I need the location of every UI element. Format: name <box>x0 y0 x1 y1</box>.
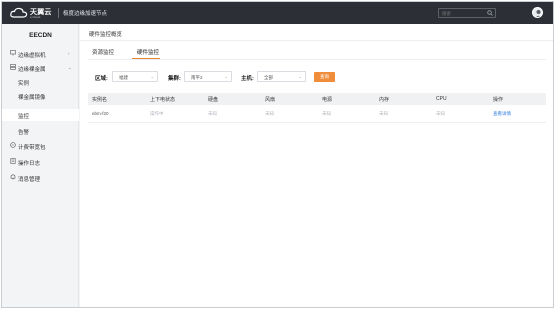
header-divider <box>58 8 59 18</box>
app-window: 天翼云 e.Cloud 极度边缘加速节点 EECDN 边缘虚拟机 › 边缘裸金属 <box>1 1 554 308</box>
sidebar-item-billing-bandwidth[interactable]: 计费带宽包 <box>2 140 79 152</box>
host-select[interactable]: 全部 ⌄ <box>257 71 306 82</box>
sidebar-item-message-management[interactable]: 消息管理 <box>2 172 79 184</box>
sidebar-item-label: 计费带宽包 <box>18 145 46 151</box>
billing-icon <box>10 142 16 148</box>
column-header: 实例名 <box>92 97 108 103</box>
sidebar-brand: EECDN <box>29 32 52 39</box>
log-icon <box>10 158 16 164</box>
sidebar-item-label: 裸金属镜像 <box>18 95 46 101</box>
tab-resource-monitoring[interactable]: 资源监控 <box>92 48 114 56</box>
column-header: CPU <box>436 96 447 102</box>
sidebar-item-alerts[interactable]: 告警 <box>2 125 79 137</box>
sidebar-item-bare-metal-images[interactable]: 裸金属镜像 <box>2 90 79 102</box>
sidebar-item-operation-log[interactable]: 操作日志 <box>2 156 79 168</box>
logo-subtext: e.Cloud <box>30 15 41 19</box>
sidebar-item-label: 边缘裸金属 <box>18 67 46 73</box>
chevron-down-icon: ⌄ <box>150 74 154 79</box>
fan-cell: 未知 <box>265 111 274 116</box>
disk-cell: 未知 <box>208 111 217 116</box>
host-value: 全部 <box>264 74 273 80</box>
user-icon <box>535 10 542 17</box>
column-header: 硬盘 <box>208 97 219 103</box>
power-supply-cell: 未知 <box>322 111 331 116</box>
table-header: 实例名 上下电状态 硬盘 风扇 电源 内存 CPU 操作 <box>88 93 546 105</box>
view-details-link[interactable]: 查看详情 <box>493 111 511 117</box>
power-status-cell: 操作中 <box>150 111 164 116</box>
cpu-cell: 未知 <box>436 111 445 116</box>
main-content: 硬件监控概览 资源监控 硬件监控 区域: 福建 ⌄ 集群: 南平2 ⌄ 主机: … <box>80 24 553 307</box>
region-label: 区域: <box>95 76 108 82</box>
top-bar: 天翼云 e.Cloud 极度边缘加速节点 <box>2 2 553 24</box>
sidebar: EECDN 边缘虚拟机 › 边缘裸金属 ⌄ 实例 裸金属镜像 监控 告警 计费带… <box>2 24 79 307</box>
product-title: 极度边缘加速节点 <box>63 11 108 17</box>
memory-cell: 未知 <box>379 111 388 116</box>
vm-icon <box>10 50 16 56</box>
query-button[interactable]: 查询 <box>314 72 335 82</box>
active-tab-indicator <box>132 58 160 59</box>
column-header: 风扇 <box>265 97 276 103</box>
region-select[interactable]: 福建 ⌄ <box>112 71 158 82</box>
table-row: ebm-f20 操作中 未知 未知 未知 未知 未知 查看详情 <box>88 105 546 123</box>
sidebar-item-bare-metal[interactable]: 边缘裸金属 ⌄ <box>2 62 79 74</box>
instance-name-cell: ebm-f20 <box>92 111 109 116</box>
column-header: 电源 <box>322 97 333 103</box>
sidebar-item-label: 操作日志 <box>18 161 41 167</box>
avatar[interactable] <box>532 7 543 18</box>
column-header: 上下电状态 <box>150 97 176 103</box>
sidebar-item-label: 监控 <box>18 114 30 120</box>
search-icon[interactable] <box>487 10 493 16</box>
sidebar-item-label: 边缘虚拟机 <box>18 53 46 59</box>
page-header: 硬件监控概览 <box>80 24 553 41</box>
chevron-down-icon: ⌄ <box>298 74 302 79</box>
cluster-value: 南平2 <box>191 74 203 80</box>
sidebar-item-edge-vm[interactable]: 边缘虚拟机 › <box>2 48 79 60</box>
sidebar-item-label: 消息管理 <box>18 177 41 183</box>
sidebar-item-monitoring[interactable]: 监控 <box>2 109 79 121</box>
region-value: 福建 <box>119 74 128 80</box>
page-title: 硬件监控概览 <box>89 32 123 38</box>
sidebar-item-instances[interactable]: 实例 <box>2 76 79 88</box>
tab-hardware-monitoring[interactable]: 硬件监控 <box>137 48 159 56</box>
column-header: 内存 <box>379 97 390 103</box>
logo[interactable]: 天翼云 e.Cloud <box>10 6 56 20</box>
cluster-select[interactable]: 南平2 ⌄ <box>184 71 232 82</box>
cluster-label: 集群: <box>168 76 181 82</box>
chevron-right-icon: › <box>68 51 70 56</box>
column-header: 操作 <box>493 97 504 103</box>
sidebar-item-label: 实例 <box>18 81 30 87</box>
message-icon <box>10 174 16 180</box>
cloud-logo-icon <box>10 7 28 18</box>
sidebar-item-label: 告警 <box>18 130 30 136</box>
server-icon <box>10 64 16 70</box>
chevron-down-icon: ⌄ <box>68 65 72 70</box>
chevron-down-icon: ⌄ <box>224 74 228 79</box>
tabs-divider <box>88 59 546 60</box>
host-label: 主机: <box>241 76 254 82</box>
